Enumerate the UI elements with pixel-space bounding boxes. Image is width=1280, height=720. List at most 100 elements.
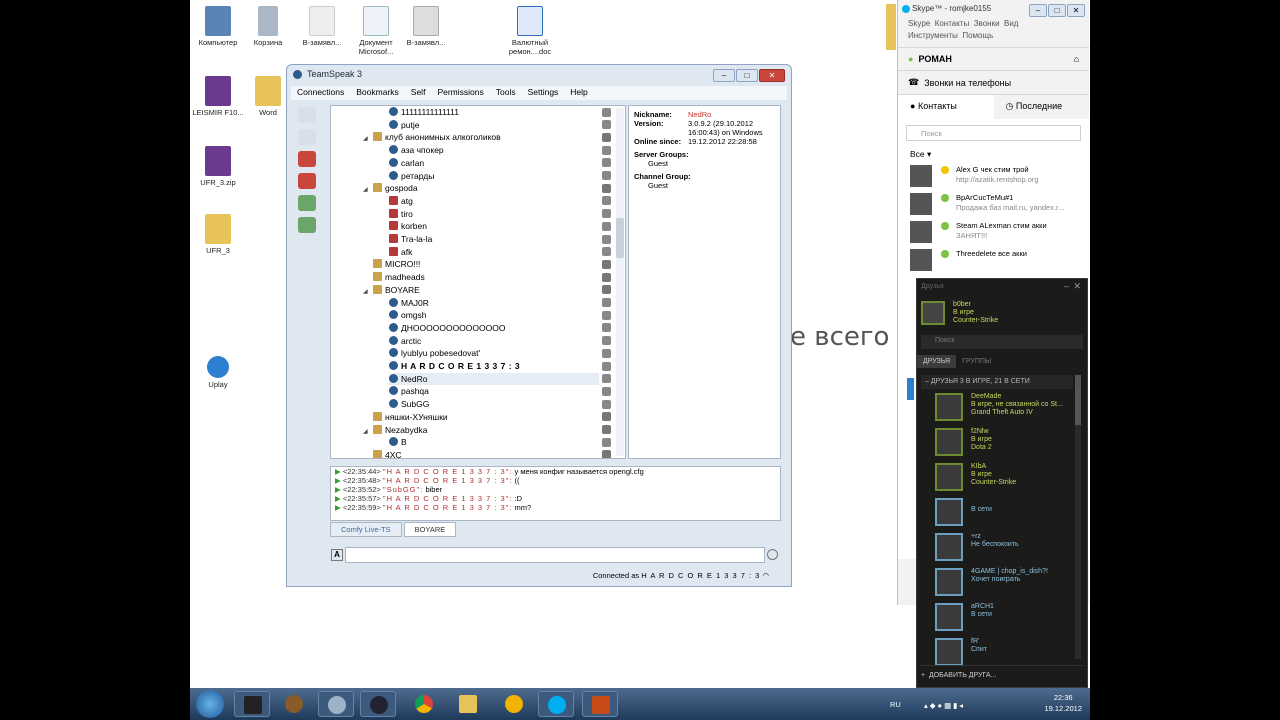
channel-row[interactable]: MICRO!!! [363, 258, 420, 270]
skype-filter-dropdown[interactable]: Все ▾ [898, 145, 1089, 164]
client-row[interactable]: pashqa [389, 385, 429, 397]
disconnect-button[interactable] [298, 129, 316, 145]
menu-connections[interactable]: Connections [291, 86, 350, 100]
skype-minimize-button[interactable]: – [1029, 4, 1047, 17]
steam-close-button[interactable]: ✕ [1073, 281, 1081, 292]
chat-author[interactable]: "H A R D C O R E 1 3 3 7 : 3": [383, 503, 513, 512]
desktop-icon-computer[interactable]: Компьютер [190, 6, 246, 47]
client-row[interactable]: putje [389, 119, 419, 131]
contacts-button[interactable] [298, 217, 316, 233]
channel-row[interactable]: ◢ BOYARE [363, 284, 420, 296]
taskbar-app[interactable] [496, 691, 532, 717]
skype-contact[interactable]: ВрАгСuсТеМu#1 Продажа баз mail.ru, yandex… [910, 192, 1089, 220]
mute-speakers-button[interactable] [298, 173, 316, 189]
maximize-button[interactable]: □ [736, 69, 758, 82]
taskbar-halflife[interactable] [582, 691, 618, 717]
emoticon-icon[interactable] [767, 549, 778, 560]
taskbar-steam[interactable] [360, 691, 396, 717]
menu-bookmarks[interactable]: Bookmarks [350, 86, 405, 100]
desktop-icon-rar2[interactable]: UFR_3.zip [190, 146, 246, 187]
add-friend-button[interactable]: + ДОБАВИТЬ ДРУГА... [921, 665, 1083, 679]
taskbar-media[interactable] [234, 691, 270, 717]
tab-contacts[interactable]: ● Контакты [898, 95, 994, 119]
clock[interactable]: 22:36 19.12.2012 [1044, 692, 1082, 714]
steam-minimize-button[interactable]: – [1064, 281, 1069, 291]
channel-row[interactable]: ◢ клуб анонимных алкоголиков [363, 131, 501, 143]
client-row[interactable]: B [389, 436, 407, 448]
tab-recent[interactable]: ◷ Последние [994, 95, 1090, 119]
client-row[interactable]: ретарды [389, 170, 434, 182]
skype-search-input[interactable]: Поиск [906, 125, 1081, 141]
skype-maximize-button[interactable]: □ [1048, 4, 1066, 17]
away-button[interactable] [298, 195, 316, 211]
skype-phones-bar[interactable]: ☎ Звонки на телефоны [898, 71, 1089, 95]
client-row[interactable]: аза чпокер [389, 144, 444, 156]
skype-contact[interactable]: Steam ALexman стим акки ЗАНЯТ!!! [910, 220, 1089, 248]
desktop-icon-file1[interactable]: В-замявл... [294, 6, 350, 47]
taskbar-explorer[interactable] [450, 691, 486, 717]
taskbar-skype[interactable] [538, 691, 574, 717]
client-row[interactable]: MAJ0R [389, 297, 429, 309]
client-row[interactable]: omgsh [389, 309, 427, 321]
start-button[interactable] [196, 690, 224, 718]
my-avatar[interactable] [921, 301, 945, 325]
client-row[interactable]: korben [389, 220, 427, 232]
menu-self[interactable]: Self [405, 86, 432, 100]
steam-friend[interactable]: 4GAME | chop_is_dish?! Хочет поиграть [921, 566, 1083, 600]
expand-icon[interactable]: ◢ [363, 426, 373, 438]
skype-contact[interactable]: Alex G чек стим трой http://azatik.rentsh… [910, 164, 1089, 192]
chat-input[interactable] [345, 547, 765, 563]
skype-menu-contacts[interactable]: Контакты [935, 19, 970, 28]
channel-row[interactable]: 4XC [363, 449, 402, 458]
language-indicator[interactable]: RU [890, 700, 901, 709]
client-row[interactable]: H A R D C O R E 1 3 3 7 : 3 [389, 360, 520, 372]
chat-log[interactable]: ▶ <22:35:44> "H A R D C O R E 1 3 3 7 : … [330, 466, 781, 521]
steam-friend[interactable]: DeeMade В игре, не связанной со St... Gran… [921, 391, 1083, 425]
menu-tools[interactable]: Tools [490, 86, 522, 100]
close-button[interactable]: ✕ [759, 69, 785, 82]
desktop-icon-doc[interactable]: Валютный ремон....doc [502, 6, 558, 56]
tab-groups[interactable]: ГРУППЫ [956, 355, 997, 368]
desktop-icon-folder[interactable]: UFR_3 [190, 214, 246, 255]
steam-friend[interactable]: +rz Не беспокоить [921, 531, 1083, 565]
desktop-icon-rar1[interactable]: LEISMIR F10... [190, 76, 246, 117]
skype-contact[interactable]: Threedelete все акки [910, 248, 1089, 276]
channel-tree[interactable]: 11111111111111 putje ◢ клуб анонимных алког… [330, 105, 626, 459]
skype-menu-skype[interactable]: Skype [908, 19, 930, 28]
chat-author[interactable]: "SubGG": [383, 485, 423, 494]
taskbar-teamspeak[interactable] [318, 691, 354, 717]
steam-friend[interactable]: В сети [921, 496, 1083, 530]
skype-menu-calls[interactable]: Звонки [974, 19, 1000, 28]
menu-permissions[interactable]: Permissions [431, 86, 489, 100]
format-text-icon[interactable]: A [331, 549, 343, 561]
expand-icon[interactable]: ◢ [363, 286, 373, 298]
tab-friends[interactable]: ДРУЗЬЯ [917, 355, 957, 368]
client-row[interactable]: SubGG [389, 398, 429, 410]
client-row[interactable]: 11111111111111 [389, 106, 459, 118]
steam-search-input[interactable]: Поиск [921, 335, 1083, 349]
taskbar-games[interactable] [276, 691, 312, 717]
home-icon[interactable]: ⌂ [1074, 54, 1079, 64]
channel-row[interactable]: ◢ gospoda [363, 182, 418, 194]
my-profile[interactable]: b0ber В игре Counter-Strike [953, 301, 998, 325]
connect-button[interactable] [298, 107, 316, 123]
tree-scrollbar[interactable] [616, 108, 624, 456]
client-row[interactable]: lyublyu pobesedovat' [389, 347, 480, 359]
skype-menu-view[interactable]: Вид [1004, 19, 1018, 28]
tab-server[interactable]: Comfy Live-TS [330, 522, 402, 537]
tray-icons[interactable]: ▴◆●▦▮◂ [924, 701, 965, 710]
steam-friend[interactable]: aRCH1 В сети [921, 601, 1083, 635]
chat-author[interactable]: "H A R D C O R E 1 3 3 7 : 3": [383, 467, 513, 476]
desktop-icon-file3[interactable]: В-замявл... [398, 6, 454, 47]
skype-menu-help[interactable]: Помощь [962, 31, 993, 40]
mute-mic-button[interactable] [298, 151, 316, 167]
client-row[interactable]: ДНОOOOOOOOOOOOOO [389, 322, 505, 334]
menu-help[interactable]: Help [564, 86, 593, 100]
client-row[interactable]: NedRo [389, 372, 599, 385]
desktop-icon-recycle[interactable]: Корзина [240, 6, 296, 47]
client-row[interactable]: Tra-la-la [389, 233, 432, 245]
desktop-icon-file2[interactable]: Документ Microsof... [348, 6, 404, 56]
menu-settings[interactable]: Settings [522, 86, 565, 100]
skype-menu-tools[interactable]: Инструменты [908, 31, 958, 40]
chat-author[interactable]: "H A R D C O R E 1 3 3 7 : 3": [383, 476, 513, 485]
